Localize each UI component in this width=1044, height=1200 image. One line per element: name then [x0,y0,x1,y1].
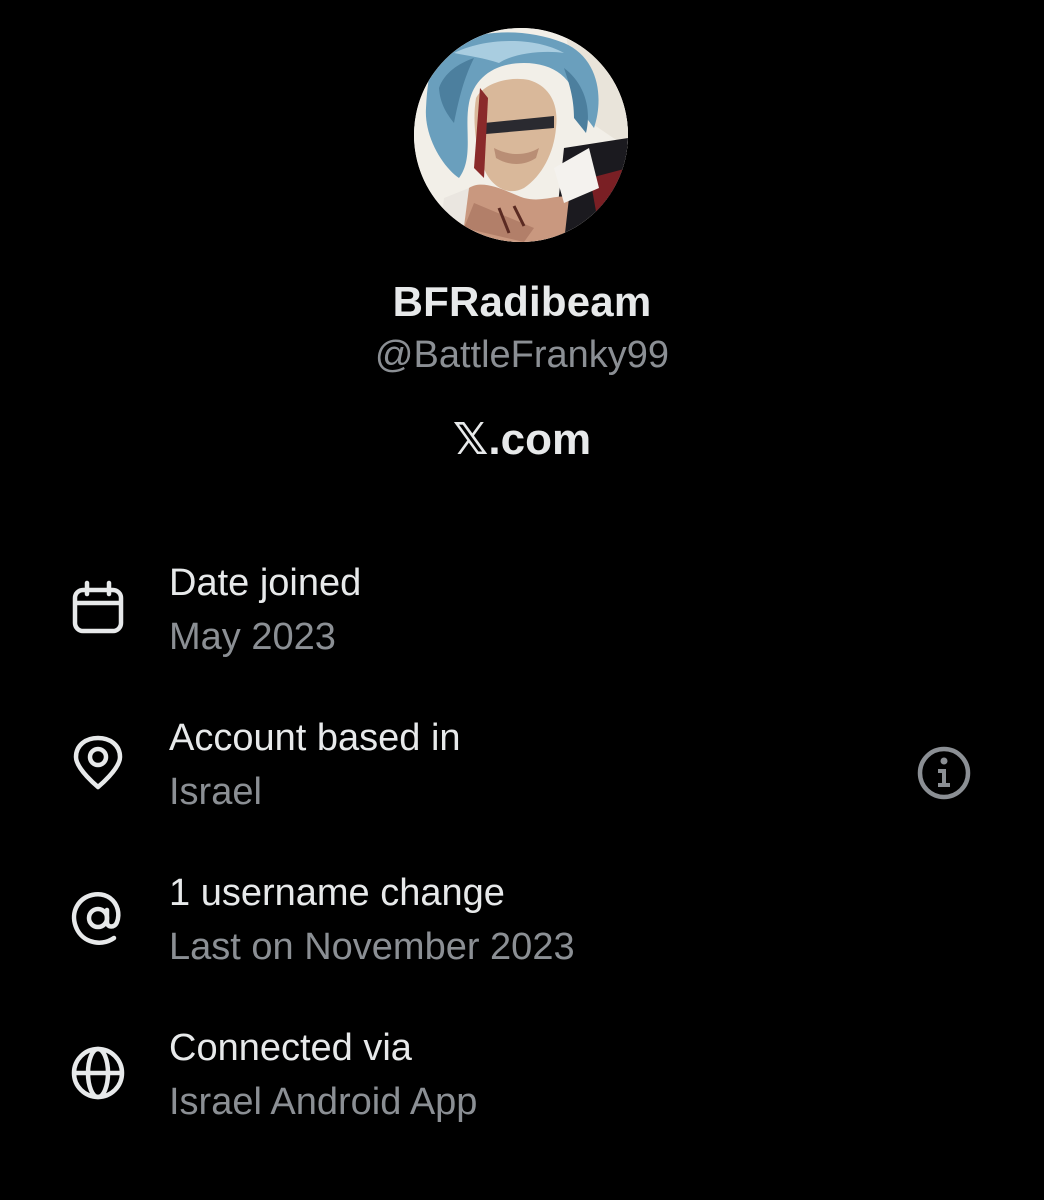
info-label: 1 username change [169,872,505,914]
info-icon[interactable] [916,745,972,801]
calendar-icon [70,580,126,636]
username-handle: @BattleFranky99 [374,334,670,376]
at-sign-icon [70,890,126,946]
info-row-connected-via: Connected via Israel Android App [0,1015,1044,1170]
account-info-list: Date joined May 2023 Account based in Is… [0,550,1044,1170]
profile-header: BFRadibeam @BattleFranky99 𝕏.com [0,0,1044,480]
location-pin-icon [70,735,126,791]
avatar[interactable] [414,28,628,242]
info-label: Connected via [169,1027,412,1069]
info-row-date-joined: Date joined May 2023 [0,550,1044,705]
info-label: Account based in [169,717,461,759]
info-value: May 2023 [169,616,336,658]
display-name: BFRadibeam [392,278,652,325]
info-label: Date joined [169,562,362,604]
info-value: Last on November 2023 [169,926,575,968]
info-value: Israel Android App [169,1081,478,1123]
info-row-username-change: 1 username change Last on November 2023 [0,860,1044,1015]
info-value: Israel [169,771,262,813]
site-label: 𝕏.com [452,415,592,464]
globe-icon [70,1045,126,1101]
info-row-account-based-in: Account based in Israel [0,705,1044,860]
avatar-image [414,28,628,242]
